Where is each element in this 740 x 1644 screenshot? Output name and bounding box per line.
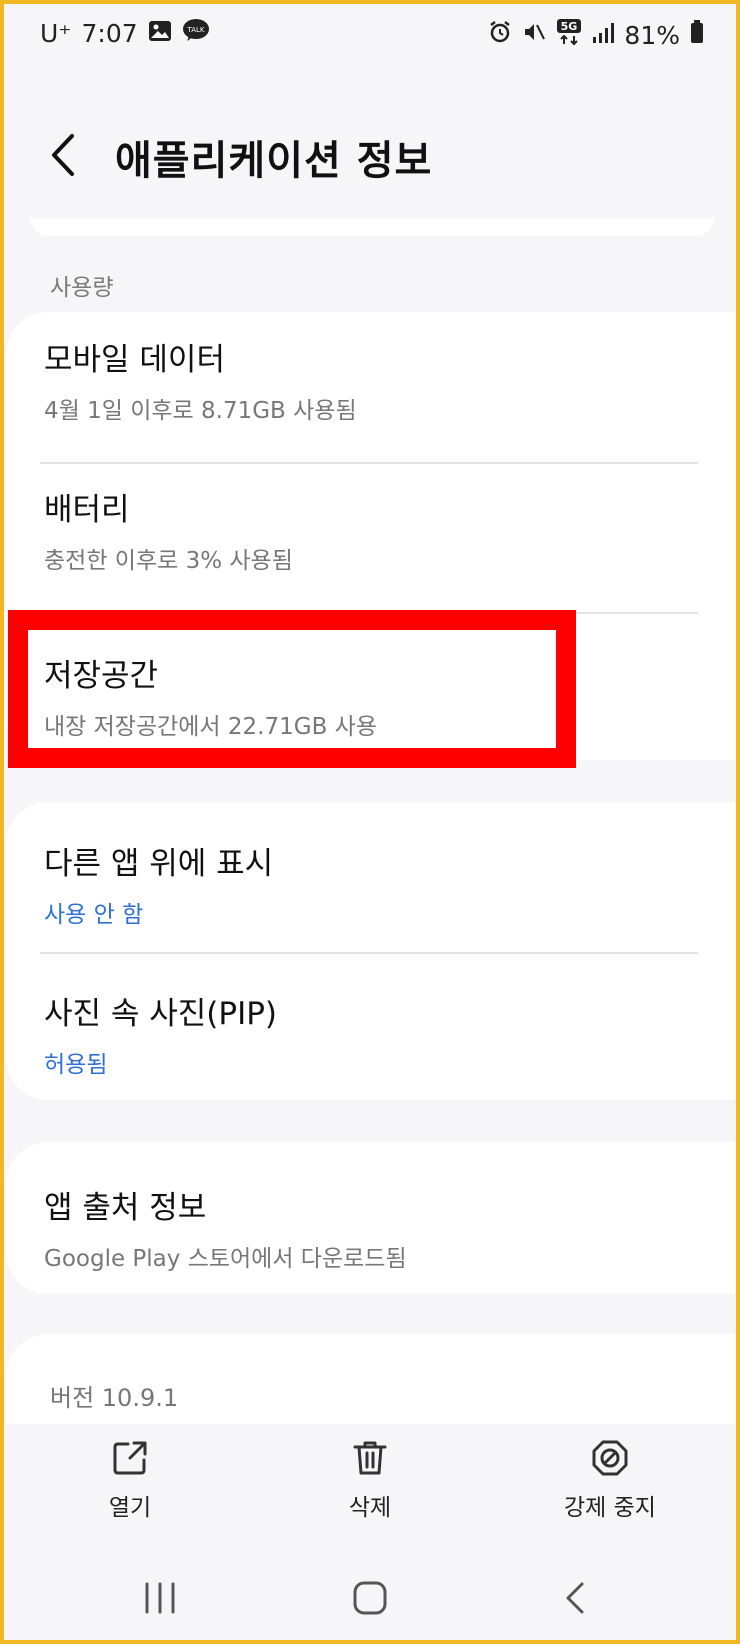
home-button[interactable] [350,1578,390,1622]
gallery-icon [148,19,172,48]
app-info-screen: U⁺ 7:07 TALK 5G 81% 애플리케이션 정보 사용량 모바일 데이… [0,0,740,1644]
app-source-summary: Google Play 스토어에서 다운로드됨 [44,1246,407,1272]
app-bar: 애플리케이션 정보 [0,110,740,200]
alarm-icon [488,20,512,50]
picture-in-picture-item[interactable]: 사진 속 사진(PIP) 허용됨 [44,988,277,1079]
battery-item[interactable]: 배터리 충전한 이후로 3% 사용됨 [44,484,293,575]
previous-card-edge [30,218,714,236]
svg-text:TALK: TALK [186,26,204,34]
draw-over-apps-title: 다른 앱 위에 표시 [44,846,274,882]
back-button[interactable] [44,130,84,180]
highlight-box [8,610,576,768]
app-source-title: 앱 출처 정보 [44,1190,207,1226]
mute-icon [522,20,546,50]
delete-button[interactable]: 삭제 [290,1438,450,1522]
network-5g-icon: 5G [556,18,582,52]
back-nav-icon [566,1582,584,1614]
open-button[interactable]: 열기 [50,1438,210,1522]
action-bar: 열기 삭제 강제 중지 [0,1424,740,1544]
home-icon [353,1581,387,1615]
version-label: 버전 10.9.1 [50,1384,179,1412]
mobile-data-summary: 4월 1일 이후로 8.71GB 사용됨 [44,398,357,424]
draw-over-apps-status: 사용 안 함 [44,902,144,928]
page-title: 애플리케이션 정보 [115,138,433,184]
battery-icon [690,20,704,50]
battery-summary: 충전한 이후로 3% 사용됨 [44,548,293,574]
open-external-icon [113,1441,147,1475]
app-source-item[interactable]: 앱 출처 정보 Google Play 스토어에서 다운로드됨 [44,1182,407,1273]
battery-title: 배터리 [44,492,130,528]
carrier-label: U⁺ [40,18,72,48]
status-bar: U⁺ 7:07 TALK 5G 81% [0,0,740,70]
recent-apps-icon [145,1582,175,1614]
signal-icon [592,21,615,50]
picture-in-picture-title: 사진 속 사진(PIP) [44,996,278,1032]
back-nav-button[interactable] [560,1578,590,1622]
navigation-bar [0,1560,740,1644]
force-stop-label: 강제 중지 [564,1495,656,1521]
kakaotalk-icon: TALK [182,18,210,48]
divider [40,462,698,464]
trash-icon [353,1441,387,1475]
mobile-data-title: 모바일 데이터 [44,342,225,378]
battery-percent: 81% [624,20,680,50]
delete-label: 삭제 [348,1495,392,1521]
mobile-data-item[interactable]: 모바일 데이터 4월 1일 이후로 8.71GB 사용됨 [44,334,357,425]
recent-apps-button[interactable] [142,1578,178,1622]
picture-in-picture-status: 허용됨 [44,1052,108,1078]
open-label: 열기 [108,1495,152,1521]
usage-section-label: 사용량 [50,275,114,301]
clock: 7:07 [81,18,138,48]
force-stop-button[interactable]: 강제 중지 [530,1438,690,1522]
svg-text:5G: 5G [561,20,578,33]
chevron-left-icon [52,134,74,176]
draw-over-apps-item[interactable]: 다른 앱 위에 표시 사용 안 함 [44,838,273,929]
stop-icon [592,1440,628,1476]
divider [40,952,698,954]
